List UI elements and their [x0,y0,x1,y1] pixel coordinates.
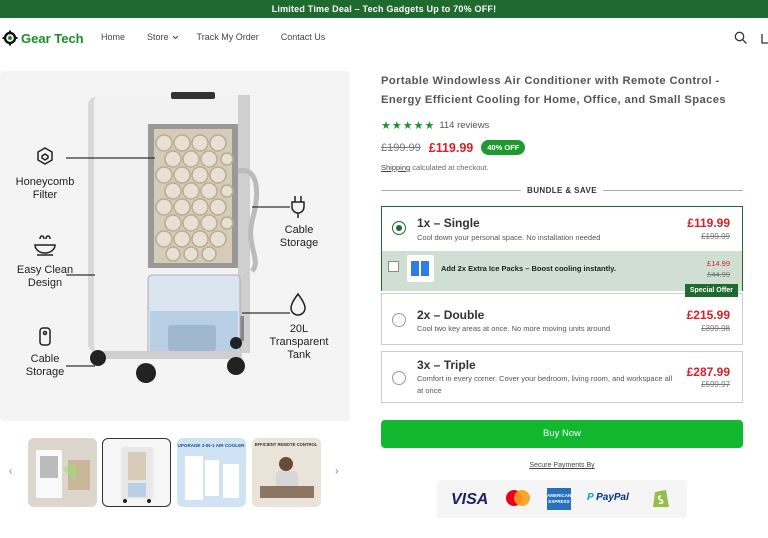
shipping-note: Shipping calculated at checkout. [381,163,743,172]
cart-icon[interactable] [760,31,768,45]
feature-cable-right-label: Cable Storage [280,224,319,249]
secure-payments-label: Secure Payments By [529,462,595,469]
product-title: Portable Windowless Air Conditioner with… [381,75,726,106]
star-rating-icon: ★★★★★ [381,120,436,132]
sale-price: £119.99 [428,140,474,155]
bundle-option-single[interactable]: 1x – Single Cool down your personal spac… [381,206,743,291]
option-desc: Comfort in every corner. Cover your bedr… [417,374,673,395]
promo-banner: Limited Time Deal – Tech Gadgets Up to 7… [0,0,768,18]
gear-logo-icon [2,30,18,46]
honeycomb-icon [37,147,53,165]
nav-home[interactable]: Home [101,32,125,42]
ice-pack-icon [407,255,434,282]
radio-unselected[interactable] [392,313,406,327]
addon-label: Add 2x Extra Ice Packs – Boost cooling i… [441,264,616,273]
air-cooler-illustration: Honeycomb Filter Easy Clean Design Cable St… [16,92,329,383]
site-header: Gear Tech Home Store Track My Order Cont… [0,18,768,62]
thumbnail-3-caption: UPGRADE 3-IN-1 AIR COOLER [178,443,246,448]
brand-name: Gear Tech [21,30,84,46]
nav-store-label: Store [147,32,169,42]
shipping-link[interactable]: Shipping [381,163,410,172]
feature-cable-left-label: Cable Storage [26,353,65,378]
option-price: £287.99 [686,365,730,379]
addon-price: £14.99 [707,259,730,268]
radio-unselected[interactable] [392,371,406,385]
option-price: £215.99 [686,308,730,322]
shipping-text: calculated at checkout. [410,163,489,172]
feature-tank-label: 20L Transparent Tank [270,323,329,361]
product-main-image[interactable]: Honeycomb Filter Easy Clean Design Cable St… [0,71,350,421]
option-old-price: £199.99 [701,232,730,241]
thumbnail-strip: ‹ UPGRADE 3-IN-1 AIR COOLER EFFICIENT RE… [0,436,350,508]
option-desc: Cool down your personal space. No instal… [417,233,601,242]
paypal-label: PayPal [596,492,629,503]
option-old-price: £399.98 [701,324,730,333]
mastercard-icon [506,490,530,506]
thumbnail-4-caption: EFFICIENT REMOTE CONTROL [255,442,318,447]
rating-row: ★★★★★ 114 reviews [381,119,743,132]
thumbnail-3[interactable]: UPGRADE 3-IN-1 AIR COOLER [177,438,246,507]
addon-old-price: £44.99 [707,270,730,279]
radio-selected[interactable] [392,221,406,235]
thumbnail-2-selected[interactable] [102,438,171,507]
payment-methods: VISA AMERICAN EXPRESS P PayPal [437,480,687,518]
chevron-right-icon[interactable]: › [335,466,338,477]
compare-price: £199.99 [381,141,421,154]
option-price: £119.99 [687,216,730,230]
search-icon[interactable] [734,31,748,45]
remote-icon [39,327,51,346]
chevron-down-icon [172,35,178,39]
option-desc: Cool two key areas at once. No more movi… [417,324,611,333]
visa-icon: VISA [451,491,489,508]
main-nav: Home Store Track My Order Contact Us [101,32,347,42]
bundle-heading-text: BUNDLE & SAVE [527,186,597,195]
option-name: 2x – Double [417,308,485,322]
bundle-option-triple[interactable]: 3x – Triple Comfort in every corner. Cov… [381,351,743,403]
nav-contact[interactable]: Contact Us [281,32,326,42]
chevron-left-icon[interactable]: ‹ [9,466,12,477]
addon-checkbox[interactable] [388,261,399,272]
thumbnail-1[interactable] [28,438,97,507]
nav-track-order[interactable]: Track My Order [197,32,259,42]
paypal-icon: P PayPal [587,492,629,503]
bundle-option-double[interactable]: Special Offer 2x – Double Cool two key a… [381,284,743,345]
header-icons [734,31,768,45]
plug-icon [291,196,305,218]
water-drop-icon [290,292,306,316]
price-row: £199.99 £119.99 40% OFF [381,140,743,155]
product-info: Portable Windowless Air Conditioner with… [381,72,744,518]
thumbnail-4[interactable]: EFFICIENT REMOTE CONTROL [252,438,321,507]
option-name: 1x – Single [417,216,480,230]
shopify-icon [653,490,669,507]
brand-logo[interactable]: Gear Tech [2,30,84,46]
nav-store[interactable]: Store [147,32,179,42]
buy-now-button[interactable]: Buy Now [381,420,743,448]
review-count[interactable]: 114 reviews [439,120,489,131]
feature-honeycomb-label: Honeycomb Filter [16,176,75,201]
special-offer-tag: Special Offer [684,284,738,297]
bowl-icon [34,235,56,256]
paypal-p-glyph: P [587,492,594,503]
bundle-heading: BUNDLE & SAVE [381,186,744,195]
discount-badge: 40% OFF [481,140,526,155]
option-old-price: £599.97 [701,380,730,389]
feature-clean-label: Easy Clean Design [17,264,73,289]
amex-icon: AMERICAN EXPRESS [547,488,571,510]
option-name: 3x – Triple [417,358,476,372]
